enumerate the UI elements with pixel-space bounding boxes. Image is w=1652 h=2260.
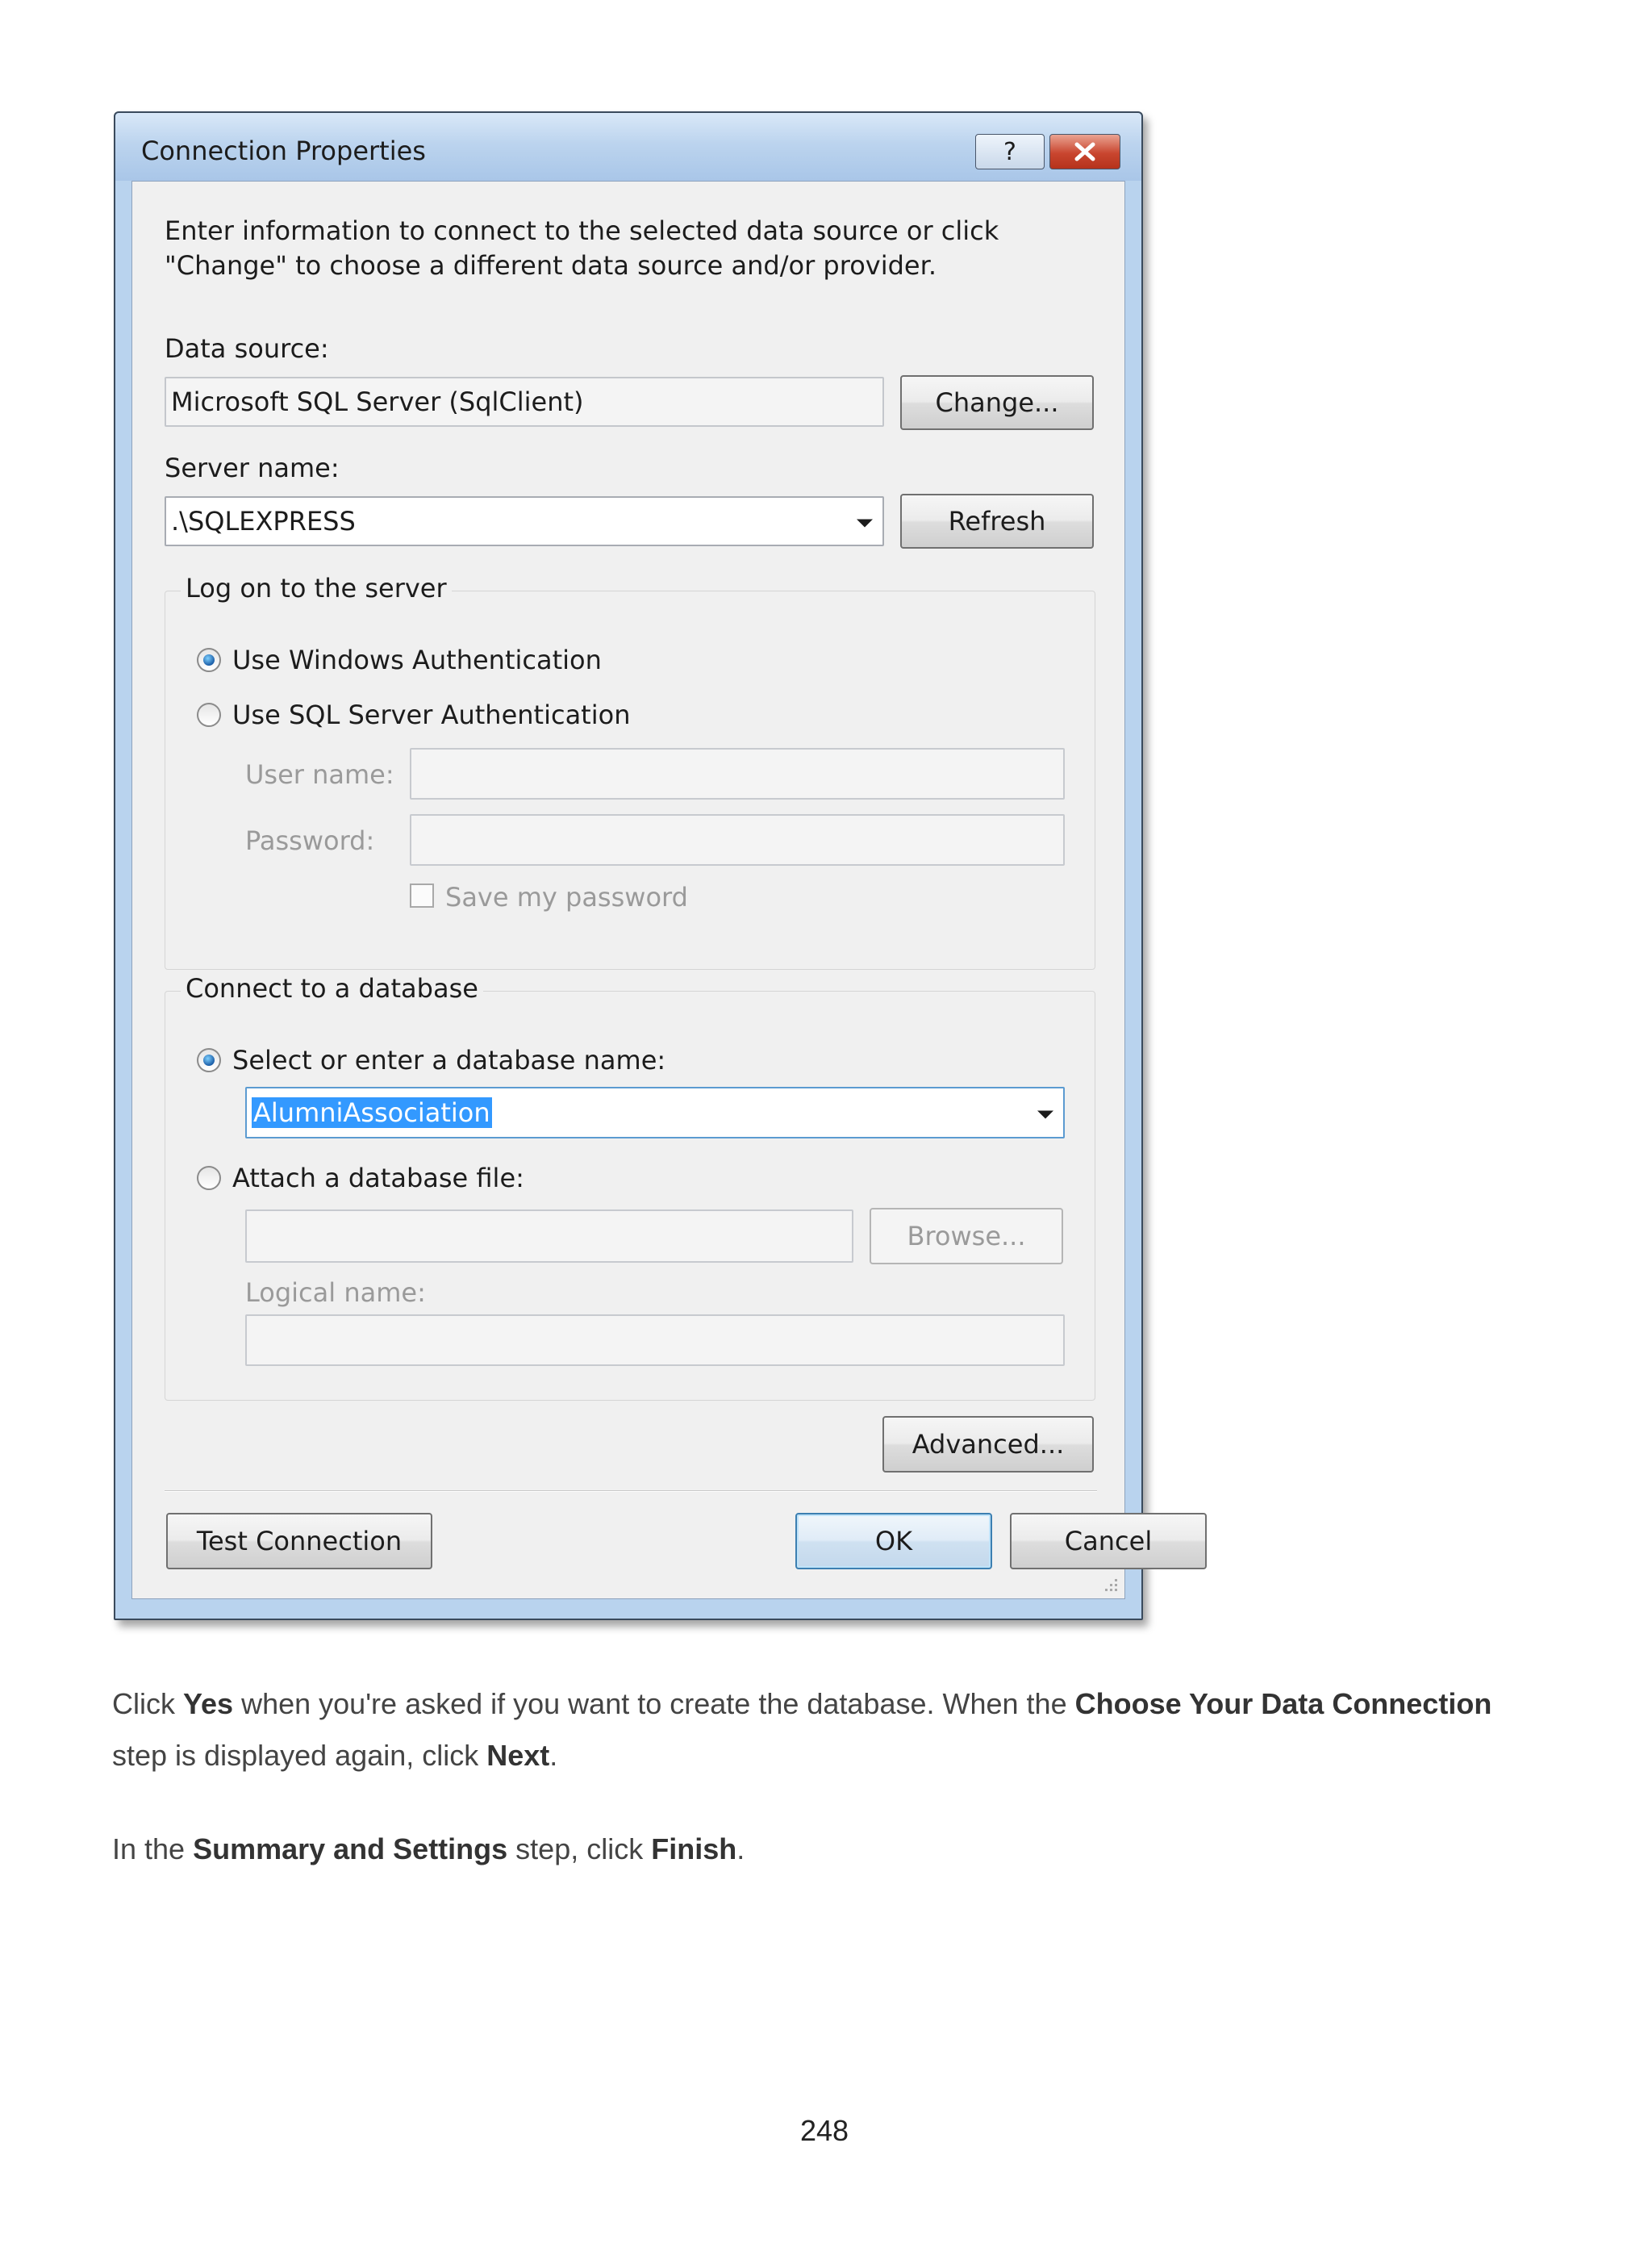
resize-grip-icon[interactable] bbox=[1100, 1574, 1120, 1594]
close-icon bbox=[1074, 142, 1095, 161]
close-button[interactable] bbox=[1049, 134, 1120, 169]
password-input[interactable] bbox=[410, 814, 1065, 866]
select-db-radio[interactable] bbox=[197, 1048, 221, 1072]
windows-auth-radio[interactable] bbox=[197, 648, 221, 672]
p1-next: Next bbox=[486, 1739, 550, 1772]
server-name-combobox[interactable]: .\SQLEXPRESS bbox=[165, 496, 884, 546]
server-name-value: .\SQLEXPRESS bbox=[171, 506, 356, 537]
p1-yes: Yes bbox=[183, 1687, 234, 1720]
p2-finish: Finish bbox=[651, 1832, 737, 1865]
sql-auth-label[interactable]: Use SQL Server Authentication bbox=[232, 700, 630, 730]
title-bar[interactable]: Connection Properties ? bbox=[115, 113, 1141, 181]
database-legend: Connect to a database bbox=[181, 973, 483, 1004]
server-name-label: Server name: bbox=[165, 453, 340, 483]
logon-legend: Log on to the server bbox=[181, 573, 452, 604]
p2-text: . bbox=[736, 1832, 745, 1865]
password-label: Password: bbox=[245, 825, 375, 856]
instruction-paragraph-2: In the Summary and Settings step, click … bbox=[112, 1823, 1548, 1875]
database-name-selection: AlumniAssociation bbox=[252, 1097, 492, 1128]
chevron-down-icon[interactable] bbox=[857, 519, 873, 528]
test-connection-button[interactable]: Test Connection bbox=[166, 1513, 432, 1569]
window-title: Connection Properties bbox=[141, 136, 426, 166]
p1-choose-connection: Choose Your Data Connection bbox=[1074, 1687, 1492, 1720]
database-name-value: AlumniAssociation bbox=[252, 1097, 492, 1128]
refresh-button[interactable]: Refresh bbox=[900, 494, 1094, 549]
connection-properties-dialog: Connection Properties ? Enter informatio… bbox=[114, 111, 1207, 1620]
chevron-down-icon[interactable] bbox=[1037, 1110, 1053, 1119]
separator bbox=[165, 1490, 1097, 1492]
instruction-paragraph-1: Click Yes when you're asked if you want … bbox=[112, 1678, 1548, 1782]
username-input[interactable] bbox=[410, 748, 1065, 800]
attach-db-radio[interactable] bbox=[197, 1166, 221, 1190]
p1-text: step is displayed again, click bbox=[112, 1739, 487, 1772]
attach-file-input[interactable] bbox=[245, 1209, 853, 1263]
username-label: User name: bbox=[245, 759, 394, 790]
save-password-checkbox[interactable] bbox=[410, 884, 434, 908]
data-source-field: Microsoft SQL Server (SqlClient) bbox=[165, 377, 884, 427]
data-source-value: Microsoft SQL Server (SqlClient) bbox=[171, 386, 584, 417]
logical-name-label: Logical name: bbox=[245, 1277, 426, 1308]
p2-text: step, click bbox=[507, 1832, 652, 1865]
p2-text: In the bbox=[112, 1832, 194, 1865]
cancel-button[interactable]: Cancel bbox=[1010, 1513, 1207, 1569]
sql-auth-radio[interactable] bbox=[197, 703, 221, 727]
database-name-combobox[interactable]: AlumniAssociation bbox=[245, 1087, 1065, 1138]
advanced-button[interactable]: Advanced... bbox=[882, 1416, 1094, 1473]
logical-name-input[interactable] bbox=[245, 1314, 1065, 1366]
intro-text: Enter information to connect to the sele… bbox=[165, 215, 999, 281]
select-db-label[interactable]: Select or enter a database name: bbox=[232, 1045, 665, 1076]
page-number: 248 bbox=[800, 2114, 849, 2147]
change-button[interactable]: Change... bbox=[900, 375, 1094, 430]
dialog-client-area: Enter information to connect to the sele… bbox=[131, 181, 1207, 1599]
ok-button[interactable]: OK bbox=[795, 1513, 992, 1569]
save-password-label[interactable]: Save my password bbox=[445, 882, 688, 913]
windows-auth-label[interactable]: Use Windows Authentication bbox=[232, 645, 602, 675]
data-source-label: Data source: bbox=[165, 333, 329, 364]
p1-text: . bbox=[549, 1739, 558, 1772]
help-icon: ? bbox=[1003, 137, 1016, 166]
p1-text: when you're asked if you want to create … bbox=[233, 1687, 1075, 1720]
p1-text: Click bbox=[112, 1687, 183, 1720]
p2-summary-settings: Summary and Settings bbox=[193, 1832, 508, 1865]
attach-db-label[interactable]: Attach a database file: bbox=[232, 1163, 524, 1193]
help-button[interactable]: ? bbox=[975, 134, 1045, 169]
browse-button[interactable]: Browse... bbox=[870, 1208, 1063, 1264]
